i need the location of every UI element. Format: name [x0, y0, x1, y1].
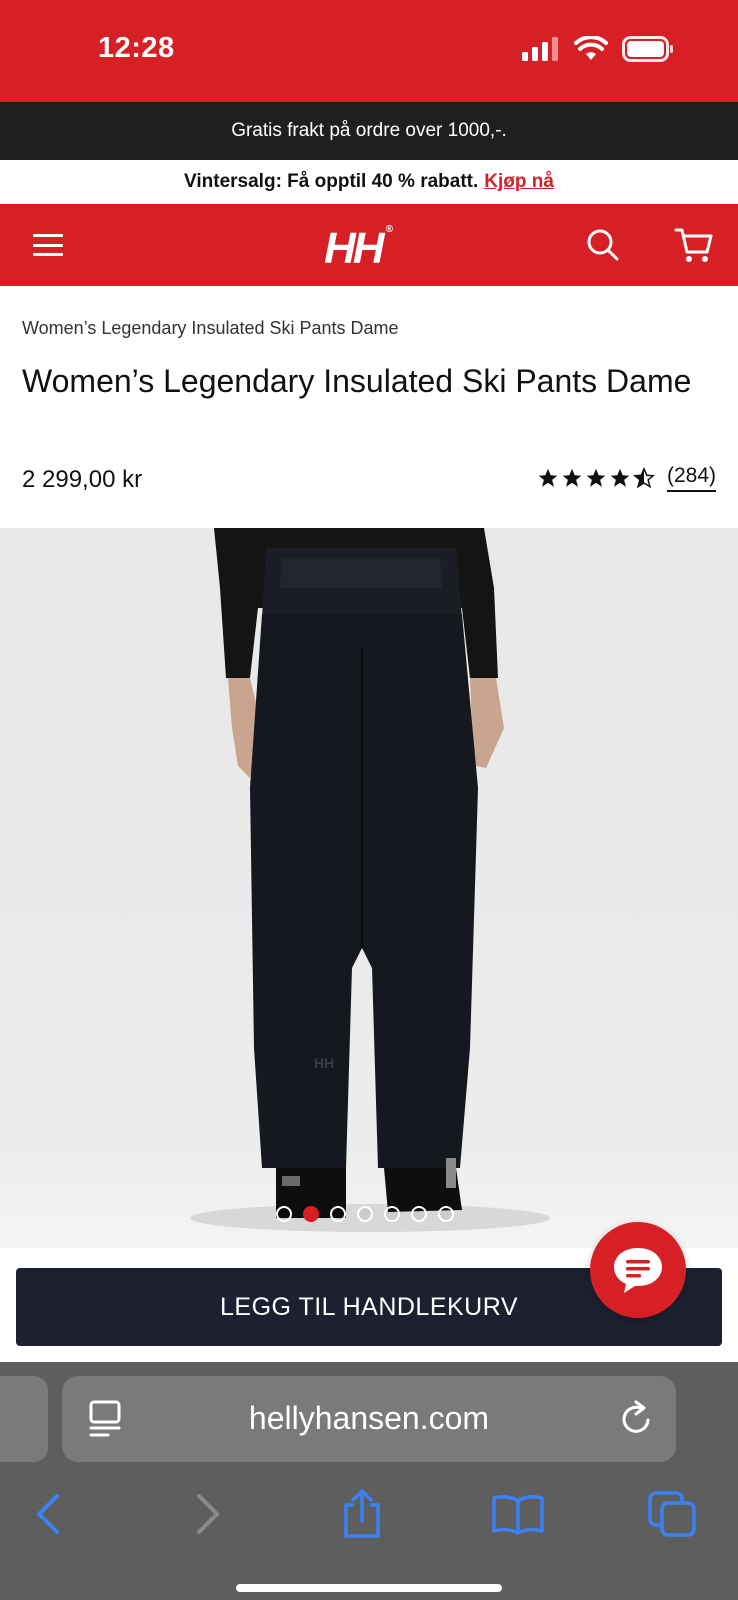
- gallery-dot[interactable]: [276, 1206, 292, 1222]
- gallery-dot[interactable]: [411, 1206, 427, 1222]
- sale-link[interactable]: Kjøp nå: [484, 171, 554, 193]
- star-icon: [586, 468, 606, 487]
- search-icon[interactable]: [586, 228, 620, 262]
- chevron-left-icon: [37, 1494, 59, 1534]
- menu-icon: [33, 234, 63, 237]
- rating-stars: [537, 467, 655, 489]
- gallery-dot[interactable]: [357, 1206, 373, 1222]
- browser-chrome: hellyhansen.com: [0, 1362, 738, 1600]
- wifi-icon: [574, 36, 608, 60]
- signal-icon: [522, 37, 558, 61]
- gallery-dot-active[interactable]: [303, 1206, 319, 1222]
- home-indicator: [236, 1584, 502, 1592]
- url-text: hellyhansen.com: [248, 1400, 490, 1436]
- gallery-dot[interactable]: [438, 1206, 454, 1222]
- previous-tab-preview[interactable]: [0, 1376, 48, 1462]
- shipping-text: Gratis frakt på ordre over 1000,-.: [231, 120, 507, 141]
- status-bar: 12:28: [0, 0, 738, 102]
- battery-icon: [622, 36, 673, 62]
- tabs-button[interactable]: [642, 1484, 702, 1544]
- product-title: Women’s Legendary Insulated Ski Pants Da…: [22, 363, 692, 399]
- review-count[interactable]: (284): [666, 464, 716, 492]
- gallery-dot[interactable]: [330, 1206, 346, 1222]
- product-rating[interactable]: (284): [537, 464, 716, 492]
- star-icon: [538, 468, 558, 487]
- share-icon: [344, 1489, 380, 1538]
- site-header: HH ®: [0, 204, 738, 286]
- sale-text: Vintersalg: Få opptil 40 % rabatt.: [184, 171, 479, 192]
- address-bar[interactable]: hellyhansen.com: [62, 1376, 676, 1462]
- book-icon: [492, 1495, 544, 1535]
- half-star-icon: [632, 467, 655, 489]
- star-icon: [562, 468, 582, 487]
- forward-button[interactable]: [178, 1484, 238, 1544]
- share-button[interactable]: [332, 1484, 392, 1544]
- chat-button[interactable]: [590, 1222, 686, 1318]
- brand-logo[interactable]: HH ®: [324, 224, 393, 274]
- product-image-gallery[interactable]: HH: [0, 528, 738, 1248]
- back-button[interactable]: [18, 1484, 78, 1544]
- reload-icon[interactable]: [618, 1400, 654, 1438]
- gallery-pagination: [276, 1206, 454, 1222]
- sale-banner: Vintersalg: Få opptil 40 % rabatt. Kjøp …: [0, 160, 738, 204]
- product-price: 2 299,00 kr: [22, 466, 143, 493]
- cart-icon[interactable]: [674, 226, 714, 264]
- tabs-icon: [648, 1491, 696, 1537]
- menu-button[interactable]: [30, 230, 66, 260]
- breadcrumb[interactable]: Women’s Legendary Insulated Ski Pants Da…: [22, 318, 399, 339]
- shipping-banner: Gratis frakt på ordre over 1000,-.: [0, 102, 738, 160]
- status-icons: [522, 36, 674, 62]
- bookmarks-button[interactable]: [488, 1484, 548, 1544]
- gallery-dot[interactable]: [384, 1206, 400, 1222]
- status-time: 12:28: [98, 32, 175, 64]
- chevron-right-icon: [197, 1494, 219, 1534]
- star-icon: [610, 468, 630, 487]
- browser-toolbar: [0, 1484, 738, 1544]
- chat-icon: [614, 1248, 662, 1293]
- product-image: HH: [190, 528, 550, 1232]
- svg-text:HH: HH: [314, 1055, 334, 1071]
